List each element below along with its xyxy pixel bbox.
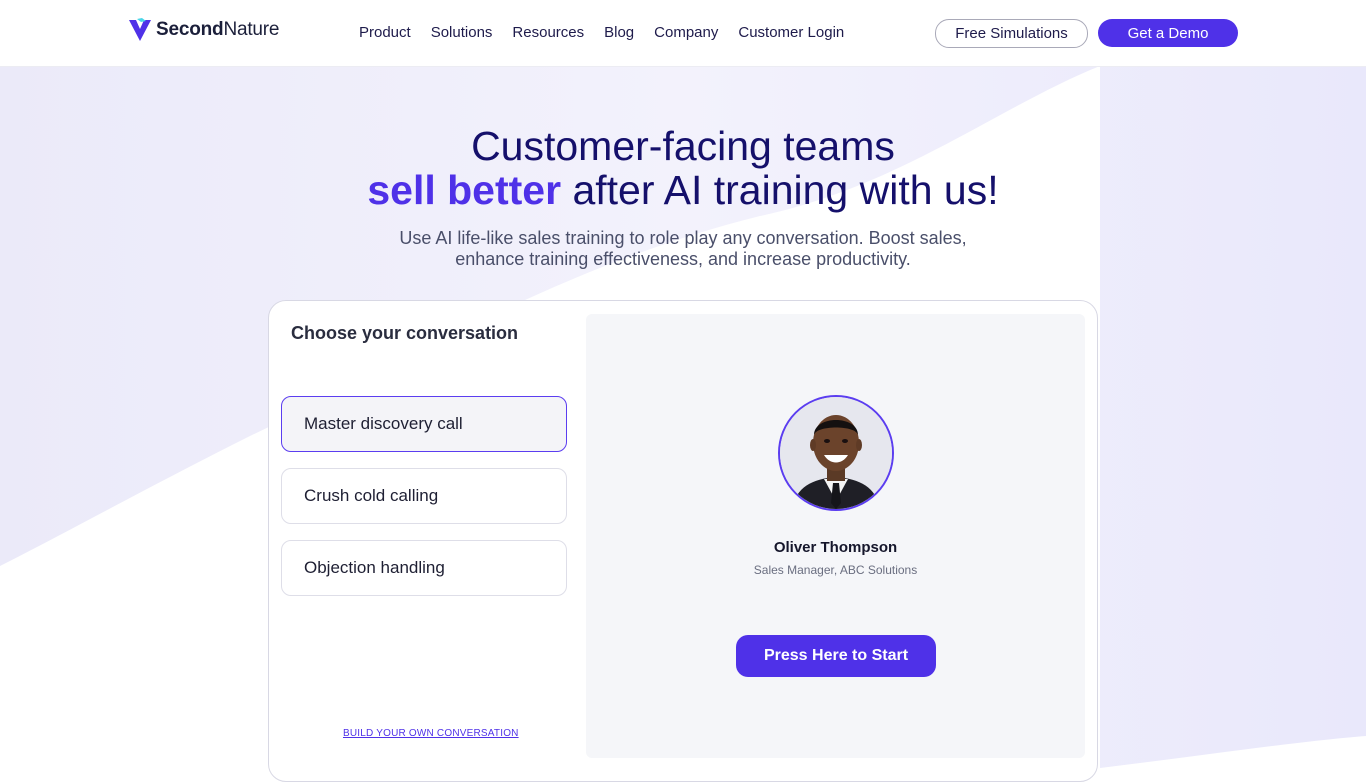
hero-subtitle-line1: Use AI life-like sales training to role …: [399, 228, 967, 248]
persona-name: Oliver Thompson: [773, 539, 898, 556]
main-nav: Product Solutions Resources Blog Company…: [359, 22, 864, 44]
hero-subtitle-line2: enhance training effectiveness, and incr…: [455, 249, 911, 269]
hero-heading-line1: Customer-facing teams: [471, 123, 895, 169]
option-master-discovery-call[interactable]: Master discovery call: [281, 396, 567, 452]
nav-solutions[interactable]: Solutions: [431, 22, 493, 44]
nav-blog[interactable]: Blog: [604, 22, 634, 44]
option-crush-cold-calling[interactable]: Crush cold calling: [281, 468, 567, 524]
avatar: [778, 395, 894, 511]
nav-product[interactable]: Product: [359, 22, 411, 44]
person-portrait-icon: [780, 397, 892, 509]
hero-heading-accent: sell better: [367, 167, 562, 213]
option-label: Crush cold calling: [304, 486, 439, 505]
hero-section: Customer-facing teams sell better after …: [0, 124, 1366, 270]
hero-heading: Customer-facing teams sell better after …: [0, 124, 1366, 212]
persona-panel: Oliver Thompson Sales Manager, ABC Solut…: [586, 314, 1085, 758]
start-button[interactable]: Press Here to Start: [736, 635, 936, 677]
option-label: Objection handling: [304, 558, 445, 577]
choose-conversation-title: Choose your conversation: [291, 323, 519, 343]
option-objection-handling[interactable]: Objection handling: [281, 540, 567, 596]
free-simulations-button[interactable]: Free Simulations: [935, 19, 1088, 48]
nav-customer-login[interactable]: Customer Login: [738, 22, 844, 44]
persona-role: Sales Manager, ABC Solutions: [753, 563, 918, 577]
nav-resources[interactable]: Resources: [512, 22, 584, 44]
logo-text: SecondNature: [156, 19, 280, 40]
logo[interactable]: SecondNature: [128, 17, 279, 43]
hero-subtitle: Use AI life-like sales training to role …: [0, 228, 1366, 270]
get-demo-button[interactable]: Get a Demo: [1098, 19, 1238, 47]
option-label: Master discovery call: [304, 414, 463, 433]
nav-company[interactable]: Company: [654, 22, 718, 44]
hero-heading-line2: after AI training with us!: [572, 167, 999, 213]
build-your-own-conversation-link[interactable]: BUILD YOUR OWN CONVERSATION: [343, 728, 519, 739]
top-navbar: SecondNature Product Solutions Resources…: [0, 0, 1366, 67]
secondnature-logo-icon: [129, 18, 151, 41]
conversation-card: Choose your conversation Master discover…: [268, 300, 1098, 782]
